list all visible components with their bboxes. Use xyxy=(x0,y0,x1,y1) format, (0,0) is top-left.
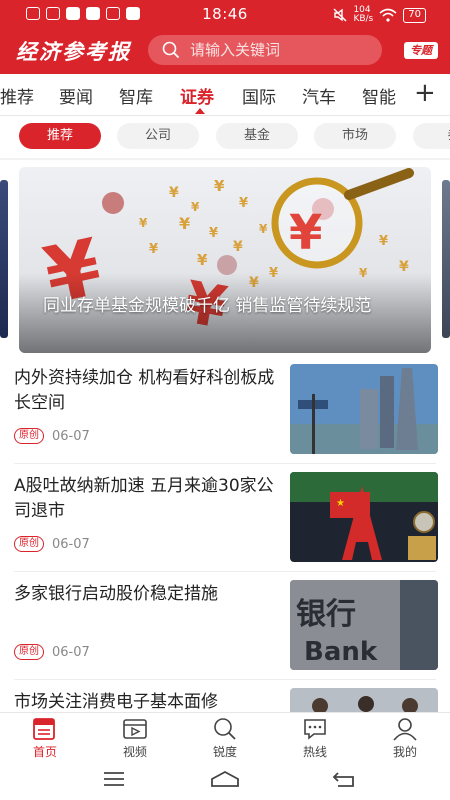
nav-insight[interactable]: 锐度 xyxy=(195,717,255,760)
news-thumbnail: 银行 Bank xyxy=(290,580,438,670)
svg-text:¥: ¥ xyxy=(214,177,225,195)
next-banner[interactable] xyxy=(442,180,450,338)
svg-text:¥: ¥ xyxy=(289,205,322,261)
svg-text:★: ★ xyxy=(336,498,345,509)
svg-text:¥: ¥ xyxy=(209,226,218,241)
nav-label: 热线 xyxy=(302,745,327,759)
original-badge: 原创 xyxy=(14,536,44,552)
status-bar: 18:46 104 KB/s 70 xyxy=(0,0,450,28)
system-navigation-bar xyxy=(0,760,450,800)
bottom-navigation: 首页 视频 锐度 热线 我的 xyxy=(0,712,450,760)
user-icon xyxy=(393,718,417,741)
nav-label: 首页 xyxy=(32,745,57,759)
svg-text:¥: ¥ xyxy=(149,242,158,257)
news-item[interactable]: 市场关注消费电子基本面修 xyxy=(0,680,450,712)
wifi-icon xyxy=(379,8,397,22)
tab-think-tank[interactable]: 智库 xyxy=(119,83,153,108)
svg-text:¥: ¥ xyxy=(169,185,179,201)
menu-icon[interactable] xyxy=(102,770,126,788)
sub-tab-fund[interactable]: 基金 xyxy=(216,123,298,149)
banner-caption: 同业存单基金规模破千亿 销售监管待续规范 xyxy=(43,296,372,316)
news-item[interactable]: 多家银行启动股价稳定措施 原创 06-07 银行 Bank xyxy=(0,572,450,680)
previous-banner[interactable] xyxy=(0,180,8,338)
svg-text:银行: 银行 xyxy=(296,597,356,632)
sub-category-tabs: 推荐 公司 基金 市场 券 xyxy=(0,116,450,158)
add-channel-icon[interactable]: + xyxy=(414,78,436,108)
svg-text:¥: ¥ xyxy=(259,222,268,236)
news-thumbnail xyxy=(290,364,438,454)
svg-text:¥: ¥ xyxy=(239,196,248,211)
back-icon[interactable] xyxy=(332,770,356,788)
news-date: 06-07 xyxy=(52,428,90,444)
original-badge: 原创 xyxy=(14,428,44,444)
home-icon[interactable] xyxy=(210,770,240,788)
nav-profile[interactable]: 我的 xyxy=(375,717,435,760)
news-item[interactable]: A股吐故纳新加速 五月来逾30家公司退市 原创 06-07 ★ xyxy=(0,464,450,572)
sub-tab-brokerage[interactable]: 券 xyxy=(413,123,450,149)
news-title: 多家银行启动股价稳定措施 xyxy=(14,584,218,604)
tab-international[interactable]: 国际 xyxy=(242,83,276,108)
search-icon xyxy=(162,41,180,59)
tab-auto[interactable]: 汽车 xyxy=(302,83,336,108)
sub-tab-recommend[interactable]: 推荐 xyxy=(19,123,101,149)
nav-label: 锐度 xyxy=(212,745,237,759)
battery-indicator: 70 xyxy=(403,7,426,23)
news-title: 市场关注消费电子基本面修 xyxy=(14,692,218,712)
svg-text:¥: ¥ xyxy=(233,239,243,255)
search-bar[interactable] xyxy=(148,35,382,65)
search-icon xyxy=(214,718,236,740)
news-date: 06-07 xyxy=(52,644,90,660)
system-icons: 104 KB/s 70 xyxy=(333,6,426,24)
svg-text:¥: ¥ xyxy=(197,251,208,269)
banner-card[interactable]: ¥¥ ¥¥ ¥¥ ¥¥ ¥¥ ¥¥ ¥¥ ¥¥ ¥ ¥ ¥ 同 xyxy=(19,167,431,353)
active-tab-indicator xyxy=(195,108,205,114)
nav-home[interactable]: 首页 xyxy=(15,717,75,760)
chat-icon xyxy=(304,719,326,740)
banner-carousel: ¥¥ ¥¥ ¥¥ ¥¥ ¥¥ ¥¥ ¥¥ ¥¥ ¥ ¥ ¥ 同 xyxy=(0,160,450,356)
video-icon xyxy=(123,719,147,739)
channel-tabs: 推荐 要闻 智库 证券 国际 汽车 智能 + xyxy=(0,74,450,116)
news-meta: 原创 06-07 xyxy=(14,536,90,552)
original-badge: 原创 xyxy=(14,644,44,660)
news-title: 内外资持续加仓 机构看好科创板成长空间 xyxy=(14,368,275,413)
news-item[interactable]: 内外资持续加仓 机构看好科创板成长空间 原创 06-07 xyxy=(0,356,450,464)
news-title: A股吐故纳新加速 五月来逾30家公司退市 xyxy=(14,476,274,521)
app-logo: 经济参考报 xyxy=(16,39,131,64)
sub-tab-market[interactable]: 市场 xyxy=(314,123,396,149)
svg-text:¥: ¥ xyxy=(179,214,190,233)
tab-securities[interactable]: 证券 xyxy=(180,83,214,108)
svg-text:¥: ¥ xyxy=(191,200,200,214)
tab-smart[interactable]: 智能 xyxy=(362,83,396,108)
news-thumbnail: ★ xyxy=(290,472,438,562)
svg-text:¥: ¥ xyxy=(139,216,148,230)
nav-video[interactable]: 视频 xyxy=(105,717,165,760)
nav-label: 视频 xyxy=(122,745,147,759)
nav-label: 我的 xyxy=(392,745,417,759)
news-date: 06-07 xyxy=(52,536,90,552)
news-meta: 原创 06-07 xyxy=(14,428,90,444)
app-header: 18:46 104 KB/s 70 经济参考报 专题 xyxy=(0,0,450,74)
sub-tab-company[interactable]: 公司 xyxy=(117,123,199,149)
network-speed: 104 KB/s xyxy=(353,5,374,24)
news-list: 内外资持续加仓 机构看好科创板成长空间 原创 06-07 A股吐故纳新加速 五月… xyxy=(0,356,450,712)
tab-headlines[interactable]: 要闻 xyxy=(59,83,93,108)
mute-icon xyxy=(333,8,347,22)
news-thumbnail xyxy=(290,688,438,712)
news-meta: 原创 06-07 xyxy=(14,644,90,660)
svg-text:¥: ¥ xyxy=(379,234,388,249)
nav-hotline[interactable]: 热线 xyxy=(285,717,345,760)
search-input[interactable] xyxy=(190,41,370,59)
svg-text:Bank: Bank xyxy=(304,637,378,667)
special-topic-button[interactable]: 专题 xyxy=(404,42,438,59)
tab-recommend[interactable]: 推荐 xyxy=(0,83,34,108)
news-icon xyxy=(33,718,55,740)
